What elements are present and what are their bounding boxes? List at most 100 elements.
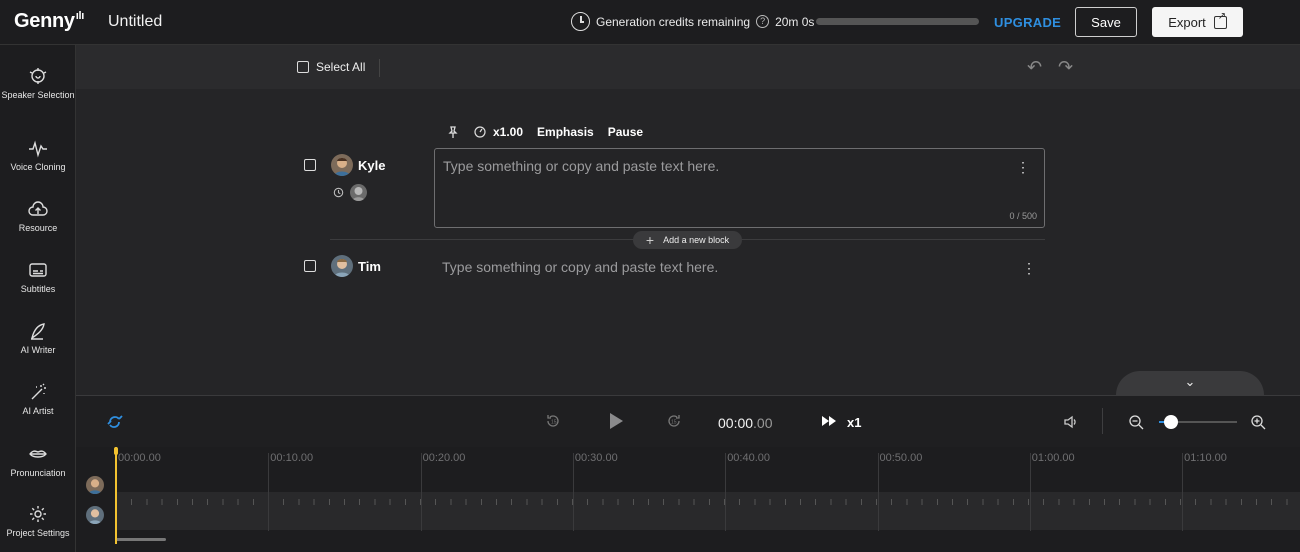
logo[interactable]: Gennyılı bbox=[14, 10, 84, 33]
sidebar-item-resource[interactable]: Resource bbox=[0, 198, 76, 234]
timeline-tick-label: 00:50.00 bbox=[879, 452, 923, 464]
timeline-tick-label: 00:40.00 bbox=[727, 452, 771, 464]
pause-button[interactable]: Pause bbox=[608, 125, 643, 139]
sidebar-item-pronunciation[interactable]: Pronunciation bbox=[0, 443, 76, 479]
emphasis-button[interactable]: Emphasis bbox=[537, 125, 594, 139]
timeline-tick-line bbox=[572, 453, 574, 531]
zoom-slider-handle[interactable] bbox=[1163, 415, 1178, 429]
cloud-upload-icon bbox=[28, 201, 48, 216]
avatar bbox=[331, 255, 353, 277]
block-tools: x1.00 Emphasis Pause bbox=[446, 125, 643, 139]
sidebar-item-label: Project Settings bbox=[6, 528, 70, 538]
timeline-minor-ticks bbox=[116, 499, 1300, 505]
history-icon[interactable] bbox=[333, 187, 344, 198]
timeline-tick-line bbox=[268, 453, 270, 531]
voice-avatar[interactable] bbox=[350, 184, 367, 201]
speaker-selection-icon bbox=[29, 68, 47, 84]
select-all-label: Select All bbox=[316, 60, 366, 74]
block-checkbox[interactable] bbox=[304, 159, 316, 171]
timeline-avatar-kyle bbox=[86, 476, 104, 494]
timecode-ms: .00 bbox=[753, 415, 773, 431]
zoom-in-icon[interactable] bbox=[1250, 414, 1266, 430]
sidebar-item-subtitles[interactable]: Subtitles bbox=[0, 259, 76, 295]
magnet-snap-icon[interactable] bbox=[105, 413, 125, 431]
sidebar-item-label: Speaker Selection bbox=[1, 90, 75, 100]
speaker-name[interactable]: Kyle bbox=[358, 158, 385, 173]
pin-icon[interactable] bbox=[446, 125, 460, 139]
select-all-checkbox[interactable]: Select All bbox=[297, 60, 365, 74]
kyle-text-input[interactable]: Type something or copy and paste text he… bbox=[434, 148, 1045, 228]
checkbox-icon bbox=[297, 61, 309, 73]
credits-indicator: Generation credits remaining ? 20m 0s bbox=[571, 12, 814, 31]
editor-toolbar: Select All ↶ ↷ bbox=[76, 45, 1300, 89]
toolbar-divider bbox=[379, 59, 380, 77]
sidebar-item-label: Subtitles bbox=[20, 284, 56, 294]
playhead-handle[interactable] bbox=[114, 447, 118, 455]
audio-track[interactable] bbox=[116, 492, 1300, 530]
speed-label: x1.00 bbox=[493, 125, 524, 139]
credits-remaining: 20m 0s bbox=[775, 14, 815, 29]
avatar bbox=[331, 154, 353, 176]
sidebar-item-speaker-selection[interactable]: Speaker Selection bbox=[0, 65, 76, 101]
sidebar-item-label: Pronunciation bbox=[10, 468, 66, 478]
play-icon[interactable] bbox=[607, 412, 625, 430]
playback-speed[interactable]: x1 bbox=[847, 415, 861, 430]
credits-progress-bar bbox=[816, 18, 979, 25]
collapse-editor-button[interactable]: ⌄ bbox=[1116, 371, 1264, 395]
timeline[interactable]: 00:00.00 00:10.00 00:20.00 00:30.00 00:40.00… bbox=[76, 447, 1300, 552]
sidebar-item-label: Voice Cloning bbox=[10, 162, 66, 172]
sidebar-item-project-settings[interactable]: Project Settings bbox=[0, 503, 76, 539]
credits-label: Generation credits remaining bbox=[596, 14, 751, 29]
fast-forward-icon[interactable] bbox=[821, 415, 837, 427]
clock-icon bbox=[571, 12, 590, 31]
block-checkbox[interactable] bbox=[304, 260, 316, 272]
export-icon bbox=[1213, 11, 1227, 29]
sidebar-item-label: Resource bbox=[18, 223, 58, 233]
magic-wand-icon bbox=[31, 383, 46, 400]
timeline-tick-label: 00:00.00 bbox=[118, 452, 161, 464]
speed-control[interactable]: x1.00 bbox=[474, 125, 523, 139]
lips-icon bbox=[29, 450, 47, 458]
zoom-slider[interactable] bbox=[1159, 415, 1237, 429]
timeline-scrollbar[interactable] bbox=[116, 538, 166, 541]
timeline-tick-line bbox=[420, 453, 422, 531]
sidebar-item-ai-artist[interactable]: AI Artist bbox=[0, 381, 76, 417]
save-button[interactable]: Save bbox=[1075, 7, 1137, 37]
add-block-button[interactable]: + Add a new block bbox=[633, 231, 742, 249]
plus-icon: + bbox=[645, 232, 655, 248]
help-icon[interactable]: ? bbox=[756, 15, 770, 28]
sidebar-item-ai-writer[interactable]: AI Writer bbox=[0, 320, 76, 356]
top-bar: Gennyılı Untitled Generation credits rem… bbox=[0, 0, 1300, 45]
logo-text: Genny bbox=[14, 10, 75, 32]
sidebar-item-label: AI Writer bbox=[20, 345, 56, 355]
redo-icon[interactable]: ↷ bbox=[1058, 57, 1078, 77]
sidebar-item-voice-cloning[interactable]: Voice Cloning bbox=[0, 137, 76, 173]
timeline-tick-label: 00:20.00 bbox=[422, 452, 466, 464]
text-placeholder: Type something or copy and paste text he… bbox=[443, 158, 720, 174]
export-button[interactable]: Export bbox=[1152, 7, 1243, 37]
rewind-icon[interactable]: 15 bbox=[545, 413, 561, 429]
tim-text-input[interactable]: Type something or copy and paste text he… bbox=[442, 259, 718, 275]
upgrade-link[interactable]: UPGRADE bbox=[994, 15, 1061, 30]
zoom-out-icon[interactable] bbox=[1128, 414, 1144, 430]
undo-icon[interactable]: ↶ bbox=[1027, 57, 1047, 77]
speedometer-icon bbox=[474, 126, 486, 138]
playhead[interactable] bbox=[115, 447, 117, 544]
subtitles-icon bbox=[29, 263, 47, 277]
speaker-name[interactable]: Tim bbox=[358, 259, 381, 274]
logo-mark: ılı bbox=[75, 10, 85, 22]
timeline-tick-line bbox=[725, 453, 727, 531]
script-editor: x1.00 Emphasis Pause Kyle Type something… bbox=[76, 89, 1300, 395]
timeline-tick-line bbox=[1029, 453, 1031, 531]
more-options-icon[interactable]: ⋮ bbox=[1022, 261, 1036, 275]
gear-icon bbox=[30, 506, 46, 522]
forward-icon[interactable]: 15 bbox=[666, 413, 682, 429]
timeline-tick-line bbox=[877, 453, 879, 531]
more-options-icon[interactable]: ⋮ bbox=[1016, 160, 1030, 174]
volume-icon[interactable] bbox=[1063, 414, 1079, 430]
voice-cloning-icon bbox=[29, 140, 47, 158]
document-title[interactable]: Untitled bbox=[108, 13, 162, 31]
svg-text:15: 15 bbox=[551, 420, 557, 426]
timeline-tick-line bbox=[1182, 453, 1184, 531]
playback-timecode: 00:00.00 bbox=[718, 415, 773, 431]
